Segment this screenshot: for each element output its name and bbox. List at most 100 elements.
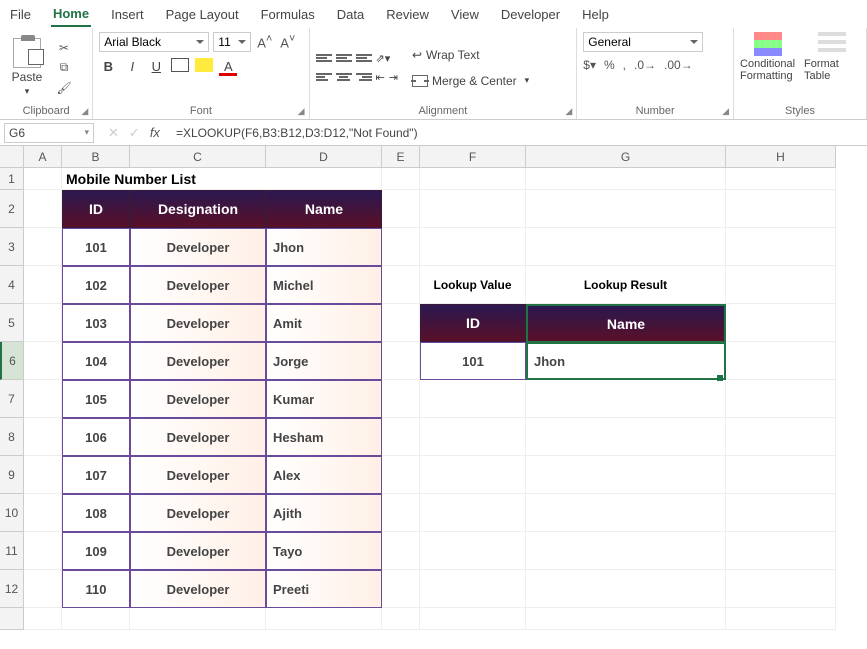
cell[interactable]: 104 (62, 342, 130, 380)
row-header[interactable]: 12 (0, 570, 24, 608)
cell[interactable] (382, 228, 420, 266)
cell[interactable] (526, 190, 726, 228)
cell[interactable] (130, 608, 266, 630)
cell[interactable] (420, 570, 526, 608)
cell[interactable]: Developer (130, 418, 266, 456)
cell[interactable] (726, 456, 836, 494)
cell[interactable] (726, 304, 836, 342)
cell[interactable] (382, 168, 420, 190)
cell[interactable] (526, 532, 726, 570)
menu-pagelayout[interactable]: Page Layout (164, 3, 241, 26)
row-header[interactable]: 5 (0, 304, 24, 342)
cell[interactable]: Mobile Number List (62, 168, 382, 190)
cell[interactable]: Developer (130, 304, 266, 342)
col-header[interactable]: D (266, 146, 382, 168)
cell[interactable]: 103 (62, 304, 130, 342)
col-header[interactable]: G (526, 146, 726, 168)
cell[interactable] (382, 532, 420, 570)
row-header[interactable]: 4 (0, 266, 24, 304)
name-box[interactable]: G6 (4, 123, 94, 143)
increase-font-icon[interactable]: A˄ (255, 33, 274, 50)
number-format-select[interactable] (583, 32, 703, 52)
decrease-font-icon[interactable]: A˅ (278, 33, 297, 50)
accounting-button[interactable]: $▾ (583, 58, 596, 72)
cell[interactable]: Alex (266, 456, 382, 494)
font-name-select[interactable] (99, 32, 209, 52)
cell[interactable]: 101 (420, 342, 526, 380)
spreadsheet-grid[interactable]: ABCDEFGH1Mobile Number List2IDDesignatio… (0, 146, 867, 630)
cell[interactable] (382, 266, 420, 304)
cell[interactable]: Preeti (266, 570, 382, 608)
cell[interactable] (420, 532, 526, 570)
cell[interactable]: Developer (130, 342, 266, 380)
cell[interactable] (382, 342, 420, 380)
format-painter-button[interactable]: 🖌 (54, 79, 74, 97)
align-right-button[interactable] (356, 71, 372, 83)
cell[interactable]: Developer (130, 266, 266, 304)
formula-input[interactable]: =XLOOKUP(F6,B3:B12,D3:D12,"Not Found") (170, 126, 867, 140)
cell[interactable]: Developer (130, 494, 266, 532)
cut-button[interactable]: ✂ (54, 39, 74, 57)
dialog-launcher-icon[interactable]: ◢ (722, 106, 729, 117)
menu-help[interactable]: Help (580, 3, 611, 26)
cell[interactable] (726, 608, 836, 630)
cell[interactable] (726, 228, 836, 266)
cell[interactable] (526, 494, 726, 532)
cell[interactable] (24, 418, 62, 456)
cell[interactable] (526, 380, 726, 418)
enter-icon[interactable]: ✓ (129, 125, 140, 141)
col-header[interactable]: B (62, 146, 130, 168)
cell[interactable]: Lookup Result (526, 266, 726, 304)
cell[interactable] (382, 608, 420, 630)
bold-button[interactable]: B (99, 59, 117, 74)
cell[interactable] (382, 190, 420, 228)
wrap-text-button[interactable]: ↩Wrap Text (412, 45, 529, 65)
cell[interactable] (526, 168, 726, 190)
cell[interactable] (24, 532, 62, 570)
col-header[interactable]: E (382, 146, 420, 168)
align-left-button[interactable] (316, 71, 332, 83)
cell[interactable]: Kumar (266, 380, 382, 418)
cell[interactable] (726, 190, 836, 228)
col-header[interactable]: F (420, 146, 526, 168)
cell[interactable] (420, 190, 526, 228)
cell[interactable] (420, 494, 526, 532)
row-header[interactable]: 8 (0, 418, 24, 456)
row-header[interactable]: 1 (0, 168, 24, 190)
cell[interactable]: Michel (266, 266, 382, 304)
dialog-launcher-icon[interactable]: ◢ (565, 106, 572, 117)
row-header[interactable]: 3 (0, 228, 24, 266)
cell[interactable]: Jhon (266, 228, 382, 266)
menu-formulas[interactable]: Formulas (259, 3, 317, 26)
dialog-launcher-icon[interactable]: ◢ (298, 106, 305, 117)
increase-indent-button[interactable]: ⇥ (389, 71, 398, 84)
align-middle-button[interactable] (336, 52, 352, 64)
row-header[interactable]: 7 (0, 380, 24, 418)
menu-data[interactable]: Data (335, 3, 366, 26)
decrease-indent-button[interactable]: ⇤ (376, 71, 385, 84)
comma-button[interactable]: , (623, 58, 626, 72)
align-bottom-button[interactable] (356, 52, 372, 64)
cell[interactable] (420, 380, 526, 418)
cell[interactable] (382, 570, 420, 608)
cell[interactable] (726, 494, 836, 532)
cell[interactable]: Amit (266, 304, 382, 342)
cell[interactable]: 109 (62, 532, 130, 570)
font-size-select[interactable] (213, 32, 251, 52)
cell[interactable] (382, 380, 420, 418)
row-header[interactable]: 2 (0, 190, 24, 228)
menu-review[interactable]: Review (384, 3, 431, 26)
cell[interactable] (24, 228, 62, 266)
active-cell[interactable]: Jhon (526, 342, 726, 380)
cell[interactable] (382, 304, 420, 342)
col-header[interactable]: H (726, 146, 836, 168)
cell[interactable]: 105 (62, 380, 130, 418)
copy-button[interactable]: ⧉ (54, 59, 74, 77)
cell[interactable] (420, 608, 526, 630)
cell[interactable] (420, 228, 526, 266)
row-header[interactable] (0, 608, 24, 630)
cell[interactable]: 110 (62, 570, 130, 608)
cell[interactable]: Designation (130, 190, 266, 228)
menu-file[interactable]: File (8, 3, 33, 26)
cell[interactable] (24, 342, 62, 380)
